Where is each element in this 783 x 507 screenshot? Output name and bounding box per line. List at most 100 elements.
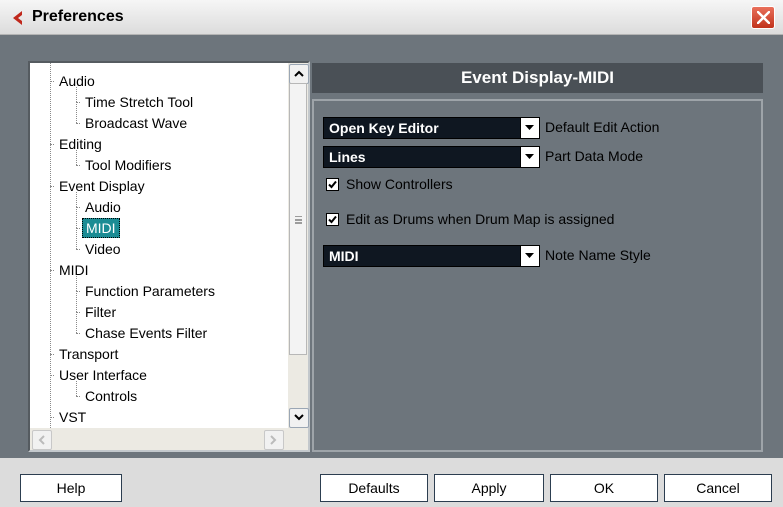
tree-item[interactable]: MIDI bbox=[30, 260, 288, 280]
title-bar: Preferences bbox=[0, 0, 783, 35]
tree-item-label: VST bbox=[59, 409, 87, 425]
close-button[interactable] bbox=[751, 6, 775, 29]
dropdown-value: Open Key Editor bbox=[329, 120, 439, 136]
tree-item-label: Controls bbox=[85, 388, 138, 404]
tree-item-label: MIDI bbox=[59, 262, 89, 278]
default-edit-action-select[interactable]: Open Key Editor bbox=[323, 117, 540, 139]
tree-connector bbox=[50, 375, 54, 376]
dropdown-arrow[interactable] bbox=[520, 246, 539, 266]
help-button[interactable]: Help bbox=[20, 474, 122, 502]
tree-vertical-scrollbar[interactable] bbox=[288, 63, 309, 428]
tree-item[interactable]: Editing bbox=[30, 134, 288, 154]
tree-guide-line bbox=[76, 381, 77, 396]
button-bar: Help Defaults Apply OK Cancel bbox=[0, 458, 783, 507]
defaults-button[interactable]: Defaults bbox=[320, 474, 428, 502]
tree-connector bbox=[50, 270, 54, 271]
tree-guide-line bbox=[76, 228, 77, 249]
tree-guide-line bbox=[76, 150, 77, 165]
panel-title: Event Display-MIDI bbox=[312, 63, 763, 93]
scrollbar-corner bbox=[288, 428, 308, 450]
checkmark-icon bbox=[328, 180, 337, 189]
tree-item[interactable]: Transport bbox=[30, 344, 288, 364]
tree-item-label: Broadcast Wave bbox=[85, 115, 188, 131]
tree-connector bbox=[50, 144, 54, 145]
tree-item-label: Tool Modifiers bbox=[85, 157, 172, 173]
tree-item-label: Function Parameters bbox=[85, 283, 215, 299]
dropdown-value: Lines bbox=[329, 149, 366, 165]
cancel-button[interactable]: Cancel bbox=[664, 474, 772, 502]
tree-item[interactable]: Chase Events Filter bbox=[30, 323, 288, 343]
checkmark-icon bbox=[328, 215, 337, 224]
note-name-style-label: Note Name Style bbox=[545, 247, 651, 263]
tree-item-label: MIDI bbox=[82, 218, 120, 238]
tree-guide-line bbox=[76, 87, 77, 102]
dropdown-arrow[interactable] bbox=[520, 118, 539, 138]
preferences-body: Audio Time Stretch Tool Broadcast Wave Edit… bbox=[10, 45, 773, 455]
tree-item[interactable]: Function Parameters bbox=[30, 281, 288, 301]
tree-item-label: Video bbox=[85, 241, 121, 257]
dropdown-value: MIDI bbox=[329, 248, 359, 264]
tree-item-label: Event Display bbox=[59, 178, 145, 194]
part-data-mode-select[interactable]: Lines bbox=[323, 146, 540, 168]
scroll-right-button[interactable] bbox=[264, 430, 284, 450]
ok-button[interactable]: OK bbox=[550, 474, 658, 502]
chevron-right-icon bbox=[270, 435, 277, 445]
tree-item[interactable]: User Interface bbox=[30, 365, 288, 385]
tree-guide-line bbox=[76, 312, 77, 333]
chevron-left-icon bbox=[38, 435, 45, 445]
tree-item[interactable]: MIDI bbox=[30, 218, 288, 238]
tree-item-label: Chase Events Filter bbox=[85, 325, 208, 341]
edit-as-drums-label: Edit as Drums when Drum Map is assigned bbox=[346, 211, 615, 227]
settings-panel: Open Key Editor Default Edit Action Line… bbox=[312, 99, 763, 452]
show-controllers-label: Show Controllers bbox=[346, 176, 453, 192]
chevron-down-icon bbox=[525, 253, 534, 258]
show-controllers-checkbox[interactable] bbox=[326, 178, 339, 191]
tree-item[interactable]: Controls bbox=[30, 386, 288, 406]
edit-as-drums-checkbox[interactable] bbox=[326, 213, 339, 226]
tree-item[interactable]: Tool Modifiers bbox=[30, 155, 288, 175]
tree-item-label: Transport bbox=[59, 346, 119, 362]
close-icon bbox=[757, 11, 770, 24]
scroll-down-button[interactable] bbox=[289, 408, 309, 428]
chevron-down-icon bbox=[525, 154, 534, 159]
note-name-style-select[interactable]: MIDI bbox=[323, 245, 540, 267]
apply-button[interactable]: Apply bbox=[434, 474, 544, 502]
tree-connector bbox=[76, 249, 80, 250]
chevron-down-icon bbox=[525, 125, 534, 130]
scroll-left-button[interactable] bbox=[32, 430, 52, 450]
tree-item-label: Editing bbox=[59, 136, 102, 152]
grip-icon bbox=[295, 216, 302, 218]
tree-guide-line bbox=[76, 102, 77, 123]
tree-item[interactable]: Time Stretch Tool bbox=[30, 92, 288, 112]
dropdown-arrow[interactable] bbox=[520, 147, 539, 167]
tree-guide-line bbox=[76, 207, 77, 228]
tree-item[interactable]: Filter bbox=[30, 302, 288, 322]
chevron-up-icon bbox=[294, 70, 304, 77]
part-data-mode-label: Part Data Mode bbox=[545, 148, 644, 164]
tree-connector bbox=[76, 396, 80, 397]
tree-horizontal-scrollbar[interactable] bbox=[30, 428, 288, 450]
scroll-up-button[interactable] bbox=[289, 64, 309, 84]
tree-item-label: Time Stretch Tool bbox=[85, 94, 194, 110]
tree-item[interactable]: VST bbox=[30, 407, 288, 427]
tree-item[interactable]: Audio bbox=[30, 197, 288, 217]
tree-connector bbox=[50, 417, 54, 418]
tree-item[interactable]: Audio bbox=[30, 71, 288, 91]
tree-guide-line bbox=[76, 291, 77, 312]
tree-item[interactable]: Broadcast Wave bbox=[30, 113, 288, 133]
cubase-logo-icon bbox=[13, 11, 22, 25]
tree-connector bbox=[76, 333, 80, 334]
tree-item-label: Audio bbox=[85, 199, 121, 215]
tree-item-label: Filter bbox=[85, 304, 117, 320]
scroll-thumb[interactable] bbox=[289, 83, 307, 355]
tree-item[interactable]: Event Display bbox=[30, 176, 288, 196]
tree-connector bbox=[50, 81, 54, 82]
tree-item-label: User Interface bbox=[59, 367, 147, 383]
category-tree-panel: Audio Time Stretch Tool Broadcast Wave Edit… bbox=[28, 61, 310, 452]
default-edit-action-label: Default Edit Action bbox=[545, 119, 660, 135]
chevron-down-icon bbox=[294, 414, 304, 421]
tree-guide-line bbox=[76, 276, 77, 291]
tree-connector bbox=[76, 165, 80, 166]
tree-item[interactable]: Video bbox=[30, 239, 288, 259]
window-title: Preferences bbox=[32, 8, 124, 25]
